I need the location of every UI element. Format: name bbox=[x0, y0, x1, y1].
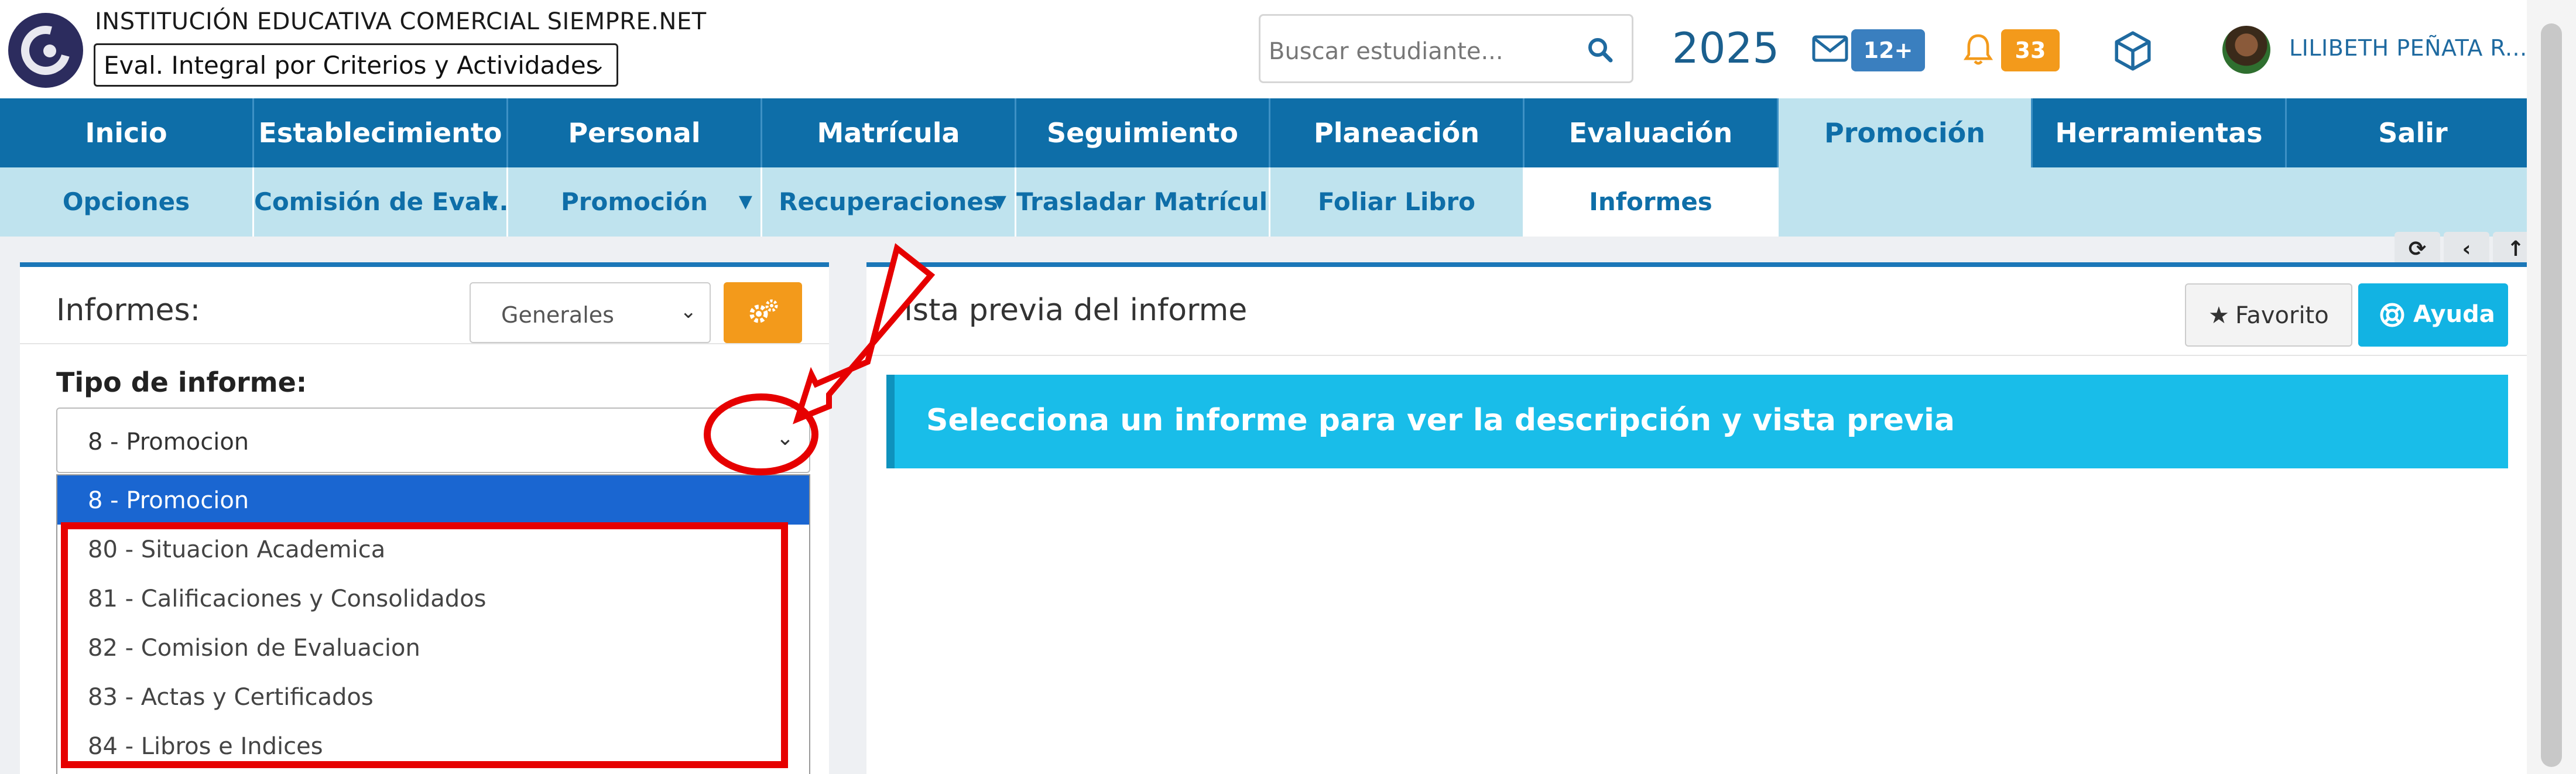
scrollbar-thumb[interactable] bbox=[2541, 23, 2562, 767]
report-type-value: 8 - Promocion bbox=[88, 429, 249, 456]
dropdown-arrow-icon: ▼ bbox=[992, 191, 1006, 212]
nav-item-matricula[interactable]: Matrícula bbox=[762, 98, 1016, 167]
help-button[interactable]: Ayuda bbox=[2358, 283, 2508, 347]
student-search-input[interactable]: Buscar estudiante... bbox=[1259, 14, 1633, 83]
dropdown-option[interactable]: 8 - Promocion bbox=[57, 475, 809, 525]
search-icon[interactable] bbox=[1586, 36, 1614, 64]
chevron-down-icon[interactable]: ⌄ bbox=[776, 426, 794, 450]
preview-panel: Vista previa del informe ★ Favorito Ayud… bbox=[866, 262, 2528, 774]
favorite-label: Favorito bbox=[2235, 302, 2329, 329]
cube-icon[interactable] bbox=[2110, 29, 2156, 73]
reports-title: Informes: bbox=[56, 293, 201, 328]
avatar[interactable] bbox=[2222, 26, 2270, 74]
gears-icon bbox=[749, 299, 778, 323]
notifications-badge[interactable]: 33 bbox=[2001, 29, 2060, 71]
eval-mode-value: Eval. Integral por Criterios y Actividad… bbox=[104, 51, 599, 80]
back-icon[interactable]: ‹ bbox=[2444, 232, 2489, 267]
search-placeholder: Buscar estudiante... bbox=[1269, 38, 1503, 65]
divider bbox=[20, 343, 829, 344]
chevron-down-icon: ⌄ bbox=[589, 53, 607, 77]
panel-tools: ⟳ ‹ ↑ bbox=[2395, 232, 2539, 267]
lifebuoy-icon bbox=[2380, 303, 2404, 327]
nav-item-planeacion[interactable]: Planeación bbox=[1270, 98, 1525, 167]
messages-badge[interactable]: 12+ bbox=[1851, 29, 1925, 71]
refresh-icon[interactable]: ⟳ bbox=[2395, 232, 2440, 267]
user-name[interactable]: LILIBETH PEÑATA R... bbox=[2289, 35, 2527, 61]
bell-icon[interactable] bbox=[1961, 32, 1995, 67]
nav-item-personal[interactable]: Personal bbox=[508, 98, 762, 167]
main-nav: Inicio Establecimiento Personal Matrícul… bbox=[0, 98, 2541, 167]
annotation-box bbox=[61, 522, 788, 768]
nav-item-promocion[interactable]: Promoción bbox=[1779, 98, 2033, 167]
help-label: Ayuda bbox=[2413, 301, 2495, 328]
sub-nav: Opciones Comisión de Eval... ▼ Promoción ▼… bbox=[0, 167, 2541, 237]
star-icon: ★ bbox=[2208, 302, 2229, 329]
preview-title: Vista previa del informe bbox=[884, 293, 1248, 328]
nav-item-herramientas[interactable]: Herramientas bbox=[2033, 98, 2287, 167]
report-category-value: Generales bbox=[501, 302, 614, 328]
report-type-select[interactable]: 8 - Promocion ⌄ bbox=[56, 407, 810, 473]
nav-item-seguimiento[interactable]: Seguimiento bbox=[1016, 98, 1270, 167]
divider bbox=[866, 355, 2528, 356]
subnav-item-promocion[interactable]: Promoción ▼ bbox=[508, 167, 762, 237]
report-type-label: Tipo de informe: bbox=[56, 367, 307, 398]
nav-item-inicio[interactable]: Inicio bbox=[0, 98, 254, 167]
subnav-item-opciones[interactable]: Opciones bbox=[0, 167, 254, 237]
top-header: INSTITUCIÓN EDUCATIVA COMERCIAL SIEMPRE.… bbox=[0, 0, 2553, 98]
report-category-select[interactable]: Generales ⌄ bbox=[470, 282, 711, 343]
favorite-button[interactable]: ★ Favorito bbox=[2185, 283, 2352, 347]
nav-item-establecimiento[interactable]: Establecimiento bbox=[254, 98, 508, 167]
settings-button[interactable] bbox=[724, 282, 802, 343]
school-name: INSTITUCIÓN EDUCATIVA COMERCIAL SIEMPRE.… bbox=[95, 8, 707, 35]
subnav-item-informes[interactable]: Informes bbox=[1525, 167, 1779, 237]
dropdown-arrow-icon: ▼ bbox=[738, 191, 752, 212]
page-scrollbar[interactable] bbox=[2527, 0, 2576, 774]
subnav-item-comision[interactable]: Comisión de Eval... ▼ bbox=[254, 167, 508, 237]
chevron-down-icon: ⌄ bbox=[680, 300, 697, 323]
school-logo[interactable] bbox=[8, 13, 83, 88]
dropdown-arrow-icon: ▼ bbox=[484, 191, 498, 212]
subnav-item-trasladar[interactable]: Trasladar Matrícula bbox=[1016, 167, 1270, 237]
nav-item-evaluacion[interactable]: Evaluación bbox=[1525, 98, 1779, 167]
subnav-item-recuperaciones[interactable]: Recuperaciones ▼ bbox=[762, 167, 1016, 237]
subnav-item-foliar[interactable]: Foliar Libro bbox=[1270, 167, 1525, 237]
eval-mode-select[interactable]: Eval. Integral por Criterios y Actividad… bbox=[94, 43, 618, 87]
info-message: Selecciona un informe para ver la descri… bbox=[886, 375, 2508, 468]
mail-icon[interactable] bbox=[1811, 34, 1849, 63]
nav-item-salir[interactable]: Salir bbox=[2287, 98, 2541, 167]
school-year[interactable]: 2025 bbox=[1672, 23, 1779, 73]
